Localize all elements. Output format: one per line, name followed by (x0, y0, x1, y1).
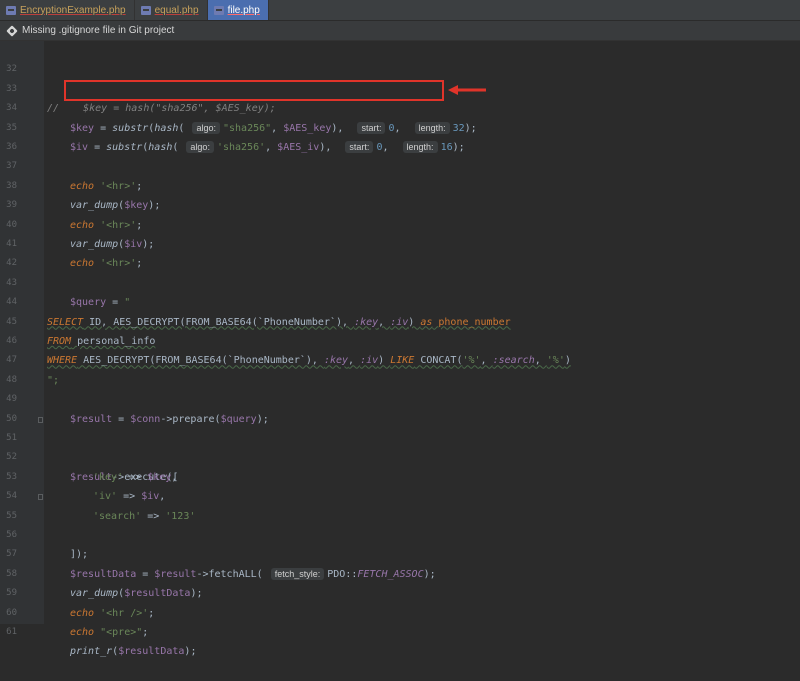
code-line: 51 $result->execute([ (0, 410, 800, 483)
code-token: ); (184, 646, 197, 658)
code-line: 41 echo '<hr>'; (0, 216, 800, 269)
line-number: 61 (6, 627, 17, 637)
code-line: 48 (0, 351, 800, 385)
red-arrow-icon (448, 85, 486, 95)
code-line: 46 WHERE AES_DECRYPT(FROM_BASE64(`PhoneN… (0, 313, 800, 366)
fold-marker-icon[interactable] (38, 416, 43, 423)
editor-tab-bar: EncryptionExample.php equal.php file.php (0, 0, 800, 21)
tab-label: equal.php (154, 4, 199, 16)
code-line: 33 // $key = hash("sha256", $AES_key); (0, 60, 800, 114)
code-line: 59 echo '<hr />'; (0, 565, 800, 618)
code-line: 42 (0, 235, 800, 268)
code-line: 43 $query = " (0, 254, 800, 308)
git-notification-bar[interactable]: Missing .gitignore file in Git project (0, 21, 800, 41)
php-file-icon (140, 5, 151, 15)
code-line: 32 (0, 41, 800, 74)
code-line: 44 SELECT ID, AES_DECRYPT(FROM_BASE64(`P… (0, 274, 800, 327)
code-token: $resultData (118, 646, 185, 658)
code-line: 39 echo '<hr>'; (0, 177, 800, 230)
code-line: 53 'iv' => $iv, (0, 448, 800, 502)
code-line: 61 print_r($resultData); (0, 604, 800, 657)
php-file-icon (213, 5, 224, 15)
code-line: 57 $resultData = $result->fetchALL( fetc… (0, 526, 800, 580)
code-line: 47 "; (0, 332, 800, 385)
tab-file[interactable]: file.php (207, 0, 269, 20)
notification-text: Missing .gitignore file in Git project (22, 25, 175, 36)
code-token: ; (142, 627, 149, 638)
code-line: 56 (0, 507, 800, 540)
code-line: 36 (0, 119, 800, 152)
tab-equal[interactable]: equal.php (135, 0, 208, 20)
highlight-box (64, 80, 444, 101)
code-token: print_r (70, 646, 113, 658)
git-icon (6, 24, 18, 37)
tab-label: file.php (227, 4, 260, 16)
fold-marker-icon[interactable] (38, 494, 43, 501)
code-token: "<pre>" (94, 627, 143, 638)
code-line: 52 'key' => $key, (0, 429, 800, 482)
tab-label: EncryptionExample.php (20, 4, 126, 16)
code-line: 37 echo '<hr>'; (0, 138, 800, 191)
code-line: 40 var_dump($iv); (0, 196, 800, 250)
code-line: 45 FROM personal_info (0, 293, 800, 347)
code-line: 49 $result = $conn->prepare($query); (0, 371, 800, 424)
code-line: 35 $iv = substr(hash( algo:'sha256', $AE… (0, 99, 800, 153)
php-file-icon (6, 5, 16, 15)
code-line: 55 ]); (0, 487, 800, 560)
code-line: 54 'search' => '123' (0, 468, 800, 521)
code-editor[interactable]: 32 33 // $key = hash("sha256", $AES_key)… (0, 41, 800, 657)
code-token: echo (70, 627, 95, 638)
tab-encryption-example[interactable]: EncryptionExample.php (0, 0, 135, 20)
code-line: 58 var_dump($resultData); (0, 545, 800, 599)
code-line: 60 echo "<pre>"; (0, 584, 800, 638)
code-line: 50 (0, 390, 800, 424)
code-line: 38 var_dump($key); (0, 157, 800, 211)
